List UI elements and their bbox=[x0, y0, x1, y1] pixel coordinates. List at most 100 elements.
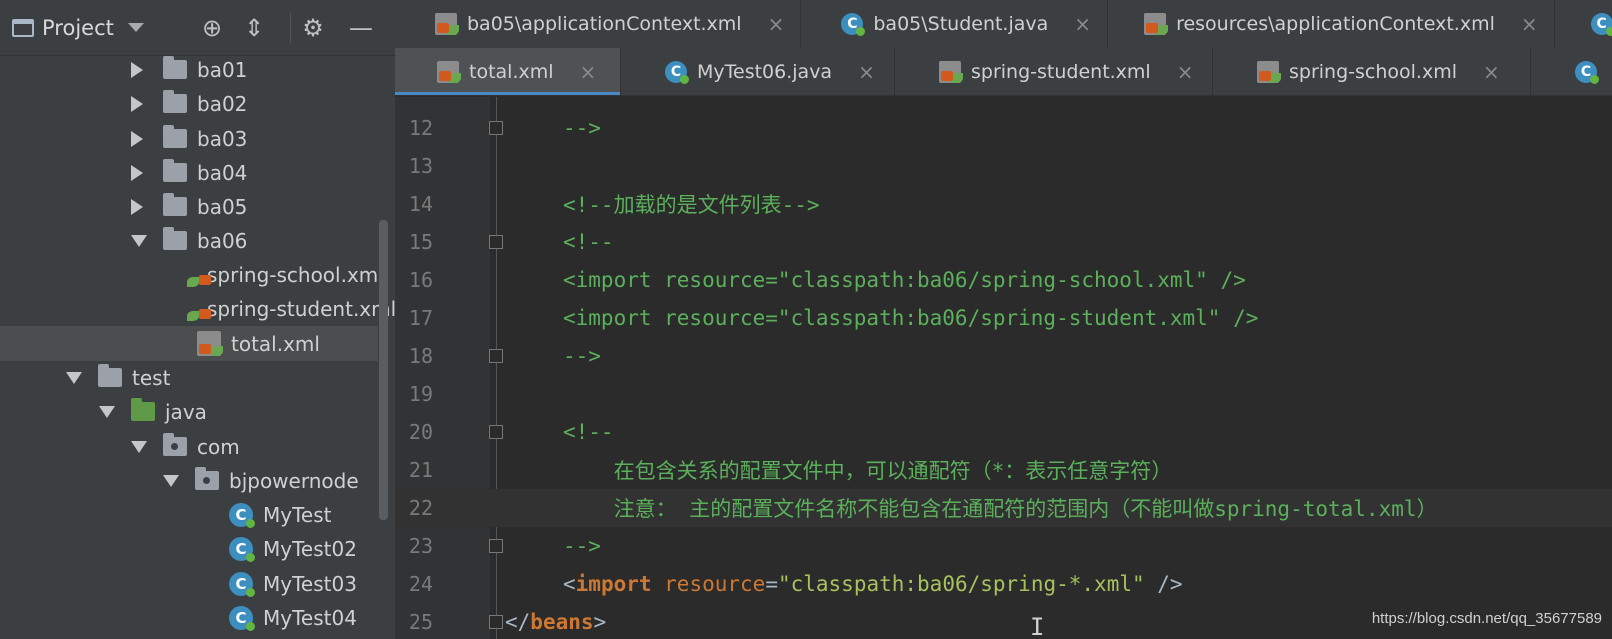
code-line-22[interactable]: 22 注意： 主的配置文件名称不能包含在通配符的范围内（不能叫做spring-t… bbox=[395, 489, 1612, 527]
xml-file-icon bbox=[939, 61, 963, 83]
tab-spring-student-xml[interactable]: spring-student.xml × bbox=[895, 48, 1213, 95]
equals-sign: = bbox=[765, 572, 778, 596]
xml-file-icon bbox=[435, 13, 459, 35]
java-class-icon: C bbox=[229, 502, 255, 528]
tab-spring-school-xml[interactable]: spring-school.xml × bbox=[1213, 48, 1531, 95]
close-icon[interactable]: × bbox=[858, 60, 875, 84]
tree-item-label: ba05 bbox=[197, 194, 248, 219]
fold-marker-icon[interactable] bbox=[489, 235, 503, 249]
tree-item-mytest04[interactable]: C MyTest04 bbox=[0, 600, 378, 635]
collapse-arrow-icon[interactable] bbox=[131, 234, 147, 247]
line-number: 23 bbox=[408, 534, 433, 558]
tree-item-ba02[interactable]: ba02 bbox=[0, 86, 378, 121]
collapse-arrow-icon[interactable] bbox=[66, 371, 82, 384]
code-line-19[interactable]: 19 bbox=[395, 375, 1612, 413]
close-icon[interactable]: × bbox=[1177, 60, 1194, 84]
close-icon[interactable]: × bbox=[1521, 12, 1538, 36]
close-icon[interactable]: × bbox=[1483, 60, 1500, 84]
tree-item-ba01[interactable]: ba01 bbox=[0, 52, 378, 87]
tree-item-com[interactable]: com bbox=[0, 429, 378, 464]
code-text: <!-- bbox=[563, 230, 614, 254]
line-number: 18 bbox=[408, 344, 433, 368]
tree-item-spring-school-xml[interactable]: spring-school.xml bbox=[0, 257, 384, 292]
expand-arrow-icon[interactable] bbox=[131, 95, 143, 112]
locate-file-icon[interactable]: ⊕ bbox=[198, 14, 226, 42]
fold-marker-icon[interactable] bbox=[489, 349, 503, 363]
tag-bracket: < bbox=[563, 572, 576, 596]
tree-item-ba05[interactable]: ba05 bbox=[0, 189, 378, 224]
tab-label: ba05\Student.java bbox=[873, 13, 1049, 35]
line-number: 12 bbox=[408, 116, 433, 140]
code-line-18[interactable]: 18 --> bbox=[395, 337, 1612, 375]
tree-item-label: spring-student.xml bbox=[207, 296, 395, 321]
close-icon[interactable]: × bbox=[768, 12, 785, 36]
tab-ba05-applicationcontext-xml[interactable]: ba05\applicationContext.xml × bbox=[395, 0, 802, 48]
tree-item-label: spring-school.xml bbox=[207, 262, 384, 287]
code-line-20[interactable]: 20 <!-- bbox=[395, 413, 1612, 451]
close-icon[interactable]: × bbox=[580, 60, 597, 84]
expand-arrow-icon[interactable] bbox=[131, 198, 143, 215]
tab-resources-applicationcontext-xml[interactable]: resources\applicationContext.xml × bbox=[1108, 0, 1555, 48]
code-line-13[interactable]: 13 bbox=[395, 147, 1612, 185]
tab-ba05-student-java[interactable]: C ba05\Student.java × bbox=[801, 0, 1109, 48]
tab-overflow[interactable]: C bbox=[1555, 0, 1612, 48]
code-line-17[interactable]: 17 <import resource="classpath:ba06/spri… bbox=[395, 299, 1612, 337]
code-text: <!--加载的是文件列表--> bbox=[563, 193, 820, 217]
tree-item-bjpowernode[interactable]: bjpowernode bbox=[0, 463, 378, 498]
tree-item-ba06[interactable]: ba06 bbox=[0, 223, 378, 258]
fold-marker-icon[interactable] bbox=[489, 121, 503, 135]
tree-item-java[interactable]: java bbox=[0, 394, 378, 429]
code-text: 注意： 主的配置文件名称不能包含在通配符的范围内（不能叫做spring-tota… bbox=[563, 497, 1438, 521]
tree-item-label: ba04 bbox=[197, 160, 248, 185]
code-text: <import resource="classpath:ba06/spring-… bbox=[563, 268, 1246, 292]
code-editor[interactable]: 12 --> 13 14 <!--加载的是文件列表--> 15 <!-- 16 … bbox=[395, 97, 1612, 639]
line-number: 16 bbox=[408, 268, 433, 292]
project-view-title[interactable]: Project bbox=[42, 16, 114, 40]
code-line-12[interactable]: 12 --> bbox=[395, 109, 1612, 147]
tree-item-spring-student-xml[interactable]: spring-student.xml bbox=[0, 291, 395, 326]
code-text: </beans> bbox=[505, 610, 606, 634]
tree-scrollbar[interactable] bbox=[379, 220, 388, 520]
code-text: 在包含关系的配置文件中，可以通配符（*：表示任意字符） bbox=[563, 459, 1173, 483]
tab-total-xml[interactable]: total.xml × bbox=[395, 48, 621, 95]
tab-overflow-2[interactable]: C bbox=[1531, 48, 1612, 95]
code-text: --> bbox=[563, 116, 601, 140]
code-text: <import resource="classpath:ba06/spring-… bbox=[563, 306, 1259, 330]
collapse-arrow-icon[interactable] bbox=[99, 405, 115, 418]
tree-item-mytest[interactable]: C MyTest bbox=[0, 497, 378, 532]
tree-item-ba03[interactable]: ba03 bbox=[0, 121, 378, 156]
fold-marker-icon[interactable] bbox=[489, 425, 503, 439]
gear-icon[interactable]: ⚙ bbox=[299, 14, 327, 42]
hide-panel-icon[interactable]: — bbox=[347, 14, 375, 42]
folder-icon bbox=[163, 125, 187, 148]
code-line-23[interactable]: 23 --> bbox=[395, 527, 1612, 565]
code-line-24[interactable]: 24 <import resource="classpath:ba06/spri… bbox=[395, 565, 1612, 603]
xml-file-icon bbox=[197, 331, 223, 356]
expand-arrow-icon[interactable] bbox=[131, 61, 143, 78]
expand-arrow-icon[interactable] bbox=[131, 164, 143, 181]
code-line-14[interactable]: 14 <!--加载的是文件列表--> bbox=[395, 185, 1612, 223]
fold-marker-icon[interactable] bbox=[489, 615, 503, 629]
tree-item-mytest03[interactable]: C MyTest03 bbox=[0, 566, 378, 601]
chevron-down-icon[interactable] bbox=[127, 23, 144, 32]
code-line-21[interactable]: 21 在包含关系的配置文件中，可以通配符（*：表示任意字符） bbox=[395, 451, 1612, 489]
project-toolbar: Project ⊕ ⇕ ⚙ — bbox=[0, 0, 395, 56]
close-icon[interactable]: × bbox=[1074, 12, 1091, 36]
collapse-arrow-icon[interactable] bbox=[163, 474, 179, 487]
tree-item-ba04[interactable]: ba04 bbox=[0, 155, 378, 190]
tree-item-test[interactable]: test bbox=[0, 360, 378, 395]
tree-item-label: bjpowernode bbox=[229, 468, 359, 493]
toolbar-divider bbox=[290, 12, 291, 44]
code-line-16[interactable]: 16 <import resource="classpath:ba06/spri… bbox=[395, 261, 1612, 299]
tree-item-label: MyTest bbox=[263, 502, 332, 527]
tree-item-total-xml[interactable]: total.xml bbox=[0, 326, 378, 361]
tree-item-mytest02[interactable]: C MyTest02 bbox=[0, 531, 378, 566]
expand-arrow-icon[interactable] bbox=[131, 130, 143, 147]
tree-item-label: test bbox=[132, 365, 171, 390]
tab-mytest06-java[interactable]: C MyTest06.java × bbox=[621, 48, 895, 95]
line-number: 21 bbox=[408, 458, 433, 482]
collapse-arrow-icon[interactable] bbox=[131, 440, 147, 453]
collapse-all-icon[interactable]: ⇕ bbox=[240, 14, 268, 42]
code-line-15[interactable]: 15 <!-- bbox=[395, 223, 1612, 261]
fold-marker-icon[interactable] bbox=[489, 539, 503, 553]
